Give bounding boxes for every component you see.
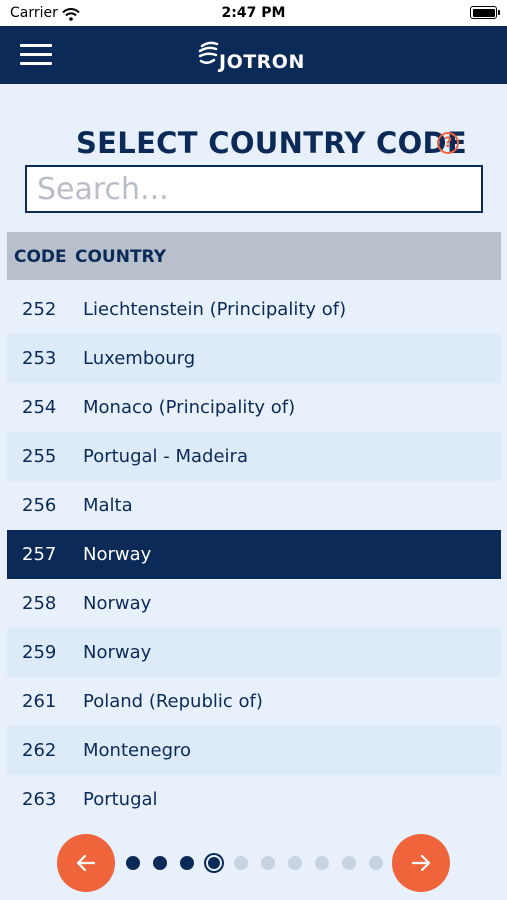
row-code: 254 bbox=[22, 397, 57, 418]
page-dot[interactable] bbox=[315, 856, 329, 870]
page-dot[interactable] bbox=[369, 856, 383, 870]
table-row[interactable]: 259 Norway bbox=[7, 628, 501, 677]
column-header-country: COUNTRY bbox=[75, 247, 167, 267]
status-bar: Carrier 2:47 PM bbox=[0, 0, 507, 26]
row-country: Poland (Republic of) bbox=[83, 691, 263, 712]
row-code: 252 bbox=[22, 299, 57, 320]
app-header: JOTRON bbox=[0, 26, 507, 84]
table-row[interactable]: 253 Luxembourg bbox=[7, 334, 501, 383]
row-country: Portugal bbox=[83, 789, 158, 810]
table-row[interactable]: 255 Portugal - Madeira bbox=[7, 432, 501, 481]
table-row[interactable]: 262 Montenegro bbox=[7, 726, 501, 775]
row-code: 259 bbox=[22, 642, 57, 663]
logo-text: JOTRON bbox=[219, 51, 305, 73]
row-code: 258 bbox=[22, 593, 57, 614]
row-code: 256 bbox=[22, 495, 57, 516]
table-row[interactable]: 256 Malta bbox=[7, 481, 501, 530]
page-dot[interactable] bbox=[261, 856, 275, 870]
page-dot[interactable] bbox=[126, 856, 140, 870]
row-country: Liechtenstein (Principality of) bbox=[83, 299, 347, 320]
row-country: Malta bbox=[83, 495, 133, 516]
search-input[interactable] bbox=[25, 165, 483, 213]
table-row[interactable]: 254 Monaco (Principality of) bbox=[7, 383, 501, 432]
jotron-swirl-icon bbox=[198, 41, 219, 64]
row-country: Luxembourg bbox=[83, 348, 196, 369]
row-code: 263 bbox=[22, 789, 57, 810]
column-header-code: CODE bbox=[14, 247, 67, 267]
row-country: Portugal - Madeira bbox=[83, 446, 248, 467]
row-country: Monaco (Principality of) bbox=[83, 397, 296, 418]
page-dot[interactable] bbox=[342, 856, 356, 870]
page-dot[interactable] bbox=[234, 856, 248, 870]
hamburger-menu-icon[interactable] bbox=[20, 42, 54, 68]
page-dot[interactable] bbox=[206, 855, 222, 871]
page-dot[interactable] bbox=[153, 856, 167, 870]
row-code: 255 bbox=[22, 446, 57, 467]
clock: 2:47 PM bbox=[221, 5, 286, 21]
table-row[interactable]: 261 Poland (Republic of) bbox=[7, 677, 501, 726]
table-row[interactable]: 263 Portugal bbox=[7, 775, 501, 824]
next-page-button[interactable] bbox=[392, 834, 450, 892]
row-country: Norway bbox=[83, 544, 152, 565]
arrow-right-icon bbox=[411, 854, 431, 872]
page-dot[interactable] bbox=[288, 856, 302, 870]
row-code: 261 bbox=[22, 691, 57, 712]
page-dot[interactable] bbox=[180, 856, 194, 870]
previous-page-button[interactable] bbox=[57, 834, 115, 892]
arrow-left-icon bbox=[76, 854, 96, 872]
help-icon[interactable]: ? bbox=[437, 132, 459, 154]
country-code-list[interactable]: 252 Liechtenstein (Principality of) 253 Lu… bbox=[7, 285, 501, 826]
table-row[interactable]: 252 Liechtenstein (Principality of) bbox=[7, 285, 501, 334]
row-country: Norway bbox=[83, 593, 152, 614]
battery-icon bbox=[470, 6, 500, 19]
table-row[interactable]: 258 Norway bbox=[7, 579, 501, 628]
pager bbox=[0, 826, 507, 900]
table-row[interactable]: 257 Norway bbox=[7, 530, 501, 579]
page-title: SELECT COUNTRY CODE bbox=[76, 126, 468, 160]
row-country: Norway bbox=[83, 642, 152, 663]
row-code: 257 bbox=[22, 544, 57, 565]
row-country: Montenegro bbox=[83, 740, 192, 761]
row-code: 262 bbox=[22, 740, 57, 761]
table-header: CODE COUNTRY bbox=[7, 232, 501, 280]
row-code: 253 bbox=[22, 348, 57, 369]
